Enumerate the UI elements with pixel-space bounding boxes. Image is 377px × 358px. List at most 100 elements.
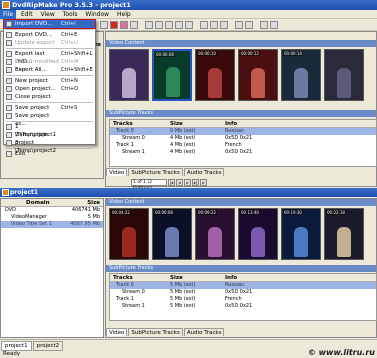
track-size-cell: 5 Mb (est)	[170, 289, 196, 295]
track-info-cell: French	[225, 296, 242, 302]
toolbar-button-9[interactable]	[185, 21, 193, 29]
doc-tab-project2[interactable]: project2	[32, 341, 64, 351]
menu-item-shortcut: Ctrl+N	[61, 78, 78, 84]
table-row[interactable]: Track 1 5 Mb (est) French	[110, 296, 376, 303]
menu-window[interactable]: Window	[82, 10, 112, 19]
file-menu-item[interactable]: Import DVD... Ctrl+I	[3, 19, 96, 29]
menu-item-shortcut: Ctrl+E	[61, 32, 78, 38]
menu-item-icon	[6, 21, 12, 27]
last-button[interactable]: ▸|	[192, 178, 199, 186]
toolbar-button-10[interactable]	[200, 21, 208, 29]
toolbar-button-15[interactable]	[260, 21, 268, 29]
video-thumbnail[interactable]: 00:00:08	[152, 49, 192, 101]
toolbar-button-4[interactable]	[130, 21, 138, 29]
toolbar-button-12[interactable]	[220, 21, 228, 29]
file-menu-item[interactable]: New project Ctrl+N	[4, 77, 95, 85]
file-menu-item[interactable]: 3 \Temp\project2	[4, 139, 95, 154]
file-menu-item[interactable]: 1 \Temp\project1	[4, 123, 95, 138]
video-thumbnail[interactable]	[109, 49, 149, 101]
toolbar-button-7[interactable]	[165, 21, 173, 29]
file-menu-item[interactable]: Close project	[4, 93, 95, 101]
menu-file[interactable]: File	[0, 10, 17, 19]
video-thumbnail[interactable]: 00:00:12	[238, 49, 278, 101]
tab-audio-tracks[interactable]: Audio Tracks	[183, 328, 225, 336]
table-row[interactable]: Stream 1 5 Mb (est) 0x5D 0x21	[110, 303, 376, 310]
track-size-cell: 4 Mb (est)	[170, 135, 196, 141]
video-thumbnail[interactable]: 00:22:18	[324, 208, 364, 260]
video-thumbnail[interactable]: 00:04:22	[109, 208, 149, 260]
tree-item[interactable]: VideoManager 5 Mb	[1, 214, 103, 221]
menu-item-shortcut: Ctrl+M	[61, 59, 79, 65]
info-column-header: Info	[225, 275, 238, 281]
size-column-header: Size	[170, 121, 183, 127]
menu-item-shortcut	[61, 150, 95, 158]
prev-button[interactable]: ◂	[176, 178, 183, 186]
title-bar: DvdRipMake Pro 3.5.3 - project1	[0, 0, 377, 10]
tree-item[interactable]: DVD 406741 Mb	[1, 207, 103, 214]
track-size-cell: 5 Mb (est)	[170, 282, 196, 288]
toolbar-button-8[interactable]	[175, 21, 183, 29]
menu-view[interactable]: View	[38, 10, 58, 19]
file-menu-item[interactable]: 2 \Temp\join project	[4, 131, 95, 146]
tab-video[interactable]: Video	[106, 328, 128, 336]
menu-tools[interactable]: Tools	[60, 10, 81, 19]
video-thumbnail[interactable]: 00:00:14	[281, 49, 321, 101]
table-row[interactable]: Track 0 0 Mb (est) Russian	[110, 128, 376, 135]
next-button[interactable]: ▸	[184, 178, 191, 186]
menu-item-label: New project	[15, 78, 48, 84]
track-name-cell: Stream 0	[122, 289, 145, 295]
toolbar-button-14[interactable]	[245, 21, 253, 29]
file-menu-item[interactable]: Export All... Ctrl+Shift+E	[4, 66, 95, 74]
size-column-header: Size	[170, 275, 183, 281]
menu-help[interactable]: Help	[114, 10, 134, 19]
tree-item-domain: VideoManager	[11, 214, 47, 220]
tab-subpicture-tracks[interactable]: SubPicture Tracks	[128, 328, 183, 336]
menu-item-icon	[6, 78, 12, 84]
toolbar-button-5[interactable]	[145, 21, 153, 29]
table-row[interactable]: Track 0 5 Mb (est) Russian	[110, 282, 376, 289]
menu-separator	[6, 75, 93, 76]
table-row[interactable]: Stream 0 4 Mb (est) 0x5D 0x21	[110, 135, 376, 142]
first-button[interactable]: |◂	[168, 178, 175, 186]
file-menu-item[interactable]: Exit	[4, 150, 95, 158]
toolbar-button-16[interactable]	[270, 21, 278, 29]
file-menu-item[interactable]: Save project Ctrl+S	[4, 104, 95, 112]
tab-subpicture-tracks[interactable]: SubPicture Tracks	[128, 168, 183, 176]
table-row[interactable]: Track 1 4 Mb (est) French	[110, 142, 376, 149]
toolbar-button-3[interactable]	[120, 21, 128, 29]
tab-video[interactable]: Video	[106, 168, 128, 176]
video-thumbnail[interactable]: 00:09:22	[195, 208, 235, 260]
video-thumbnail[interactable]: 00:13:40	[238, 208, 278, 260]
file-menu-dropdown: Import DVD... Ctrl+I Export DVD... Ctrl+E Up…	[3, 19, 96, 157]
video-thumbnail[interactable]: 00:00:10	[195, 49, 235, 101]
file-menu-item[interactable]: Save project as...	[4, 112, 95, 127]
file-menu-item[interactable]: Export DVD... Ctrl+E	[4, 31, 95, 39]
thumbnail-timecode: 00:00:08	[155, 52, 175, 57]
track-size-cell: 4 Mb (est)	[170, 149, 196, 155]
thumbnail-timecode: 00:06:08	[154, 210, 174, 215]
play-button[interactable]: ▸	[200, 178, 207, 186]
file-menu-item[interactable]: Open project... Ctrl+O	[4, 85, 95, 93]
video-thumbnail[interactable]: 00:19:30	[281, 208, 321, 260]
tree-item[interactable]: Video Title Set 1 4087.95 Mb	[1, 221, 103, 228]
menu-item-icon	[6, 113, 12, 119]
toolbar-button-6[interactable]	[155, 21, 163, 29]
toolbar-button-record[interactable]	[110, 21, 118, 29]
table-row[interactable]: Stream 0 5 Mb (est) 0x5D 0x21	[110, 289, 376, 296]
tab-audio-tracks[interactable]: Audio Tracks	[183, 168, 225, 176]
toolbar-button-11[interactable]	[210, 21, 218, 29]
toolbar-button-1[interactable]	[100, 21, 108, 29]
track-name-cell: Track 0	[116, 282, 134, 288]
video-thumbnail[interactable]	[324, 49, 364, 101]
menu-edit[interactable]: Edit	[18, 10, 36, 19]
video-thumbnail[interactable]: 00:06:08	[152, 208, 192, 260]
menu-item-icon	[6, 140, 12, 146]
menu-item-label: Export last DVD...	[15, 51, 45, 65]
toolbar-button-13[interactable]	[235, 21, 243, 29]
menu-item-label: Export All...	[15, 67, 47, 73]
menu-item-label: Close project	[15, 94, 51, 100]
table-row[interactable]: Stream 1 4 Mb (est) 0x5D 0x21	[110, 149, 376, 156]
file-menu-item[interactable]: Export last DVD... Ctrl+Shift+L	[4, 50, 95, 65]
button-position-field[interactable]: 1 of 1 (2 buttons)	[131, 178, 167, 191]
menu-item-shortcut	[61, 112, 95, 120]
